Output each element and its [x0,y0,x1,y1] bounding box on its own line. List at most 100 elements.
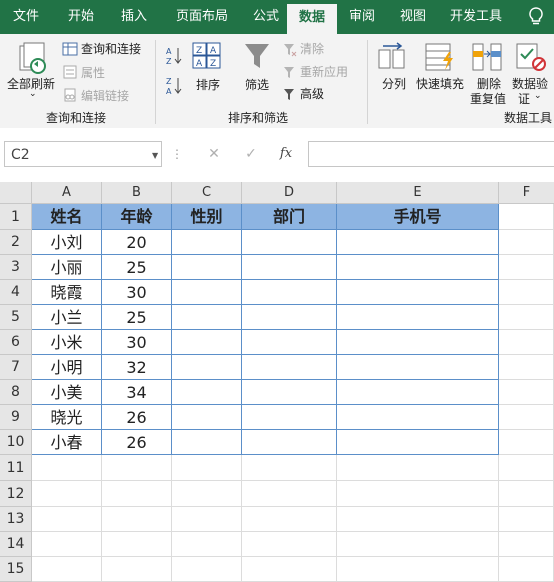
cell-b12[interactable] [102,481,172,507]
cell-d4[interactable] [242,280,337,305]
cell-b2[interactable]: 20 [102,230,172,255]
cell-e5[interactable] [337,305,499,330]
row-header[interactable]: 2 [0,230,32,255]
cell-f13[interactable] [499,507,554,532]
cell-a9[interactable]: 晓光 [32,405,102,430]
sort-dialog-icon[interactable]: ZAAZ [192,42,222,74]
cell-c7[interactable] [172,355,242,380]
cell-e1[interactable]: 手机号 [337,204,499,230]
column-header-e[interactable]: E [337,182,499,204]
remove-duplicates-label-2[interactable]: 重复值 [470,90,506,107]
column-header-d[interactable]: D [242,182,337,204]
cell-b7[interactable]: 32 [102,355,172,380]
advanced-button[interactable]: 高级 [300,85,324,102]
cell-f1[interactable] [499,204,554,230]
cell-b13[interactable] [102,507,172,532]
cell-c10[interactable] [172,430,242,455]
cell-f7[interactable] [499,355,554,380]
chevron-down-icon[interactable]: ▼ [152,151,158,160]
chevron-down-icon[interactable]: ⌄ [534,91,542,101]
cell-c14[interactable] [172,532,242,557]
row-header[interactable]: 5 [0,305,32,330]
remove-duplicates-icon[interactable] [471,42,503,76]
cell-f5[interactable] [499,305,554,330]
cell-a11[interactable] [32,455,102,481]
cell-f12[interactable] [499,481,554,507]
filter-funnel-icon[interactable] [243,42,271,76]
name-box[interactable]: C2 [4,141,162,167]
row-header[interactable]: 6 [0,330,32,355]
cell-c3[interactable] [172,255,242,280]
tab-developer[interactable]: 开发工具 [439,0,513,34]
cell-f4[interactable] [499,280,554,305]
flash-fill-button[interactable]: 快速填充 [416,75,464,92]
cell-e7[interactable] [337,355,499,380]
cell-a12[interactable] [32,481,102,507]
lightbulb-icon[interactable] [526,7,546,27]
cell-e6[interactable] [337,330,499,355]
cell-e10[interactable] [337,430,499,455]
cell-d5[interactable] [242,305,337,330]
tab-view[interactable]: 视图 [387,0,439,34]
sort-za-icon[interactable]: ZA [166,76,182,100]
sort-button[interactable]: 排序 [196,76,220,93]
tab-formulas[interactable]: 公式 [246,0,286,34]
tab-data[interactable]: 数据 [287,4,337,34]
cell-a15[interactable] [32,557,102,582]
cell-a7[interactable]: 小明 [32,355,102,380]
cell-d13[interactable] [242,507,337,532]
cell-c2[interactable] [172,230,242,255]
cell-f10[interactable] [499,430,554,455]
row-header[interactable]: 9 [0,405,32,430]
cell-d11[interactable] [242,455,337,481]
row-header[interactable]: 11 [0,455,32,481]
select-all-corner[interactable] [0,182,32,204]
cell-f8[interactable] [499,380,554,405]
cell-a5[interactable]: 小兰 [32,305,102,330]
cell-a8[interactable]: 小美 [32,380,102,405]
cell-d10[interactable] [242,430,337,455]
column-header-c[interactable]: C [172,182,242,204]
row-header[interactable]: 3 [0,255,32,280]
cell-d3[interactable] [242,255,337,280]
cell-d7[interactable] [242,355,337,380]
row-header[interactable]: 14 [0,532,32,557]
cell-b3[interactable]: 25 [102,255,172,280]
cell-e15[interactable] [337,557,499,582]
row-header[interactable]: 1 [0,204,32,230]
cell-a6[interactable]: 小米 [32,330,102,355]
text-to-columns-button[interactable]: 分列 [382,75,406,92]
cell-d8[interactable] [242,380,337,405]
row-header[interactable]: 13 [0,507,32,532]
cell-b15[interactable] [102,557,172,582]
cell-b10[interactable]: 26 [102,430,172,455]
filter-button[interactable]: 筛选 [245,76,269,93]
cell-e4[interactable] [337,280,499,305]
row-header[interactable]: 10 [0,430,32,455]
row-header[interactable]: 12 [0,481,32,507]
cell-b8[interactable]: 34 [102,380,172,405]
cell-d12[interactable] [242,481,337,507]
query-connections-icon[interactable] [62,41,78,60]
tab-insert[interactable]: 插入 [110,0,158,34]
cell-c13[interactable] [172,507,242,532]
query-connections-button[interactable]: 查询和连接 [81,40,141,57]
column-header-a[interactable]: A [32,182,102,204]
cell-d9[interactable] [242,405,337,430]
tab-page-layout[interactable]: 页面布局 [158,0,246,34]
cell-c8[interactable] [172,380,242,405]
cell-e13[interactable] [337,507,499,532]
cell-d14[interactable] [242,532,337,557]
cell-b14[interactable] [102,532,172,557]
cell-a3[interactable]: 小丽 [32,255,102,280]
cell-e3[interactable] [337,255,499,280]
cell-a4[interactable]: 晓霞 [32,280,102,305]
text-to-columns-icon[interactable] [377,42,407,76]
cell-e12[interactable] [337,481,499,507]
tab-file[interactable]: 文件 [0,0,52,34]
row-header[interactable]: 8 [0,380,32,405]
cell-c9[interactable] [172,405,242,430]
cell-f15[interactable] [499,557,554,582]
column-header-b[interactable]: B [102,182,172,204]
cell-e2[interactable] [337,230,499,255]
